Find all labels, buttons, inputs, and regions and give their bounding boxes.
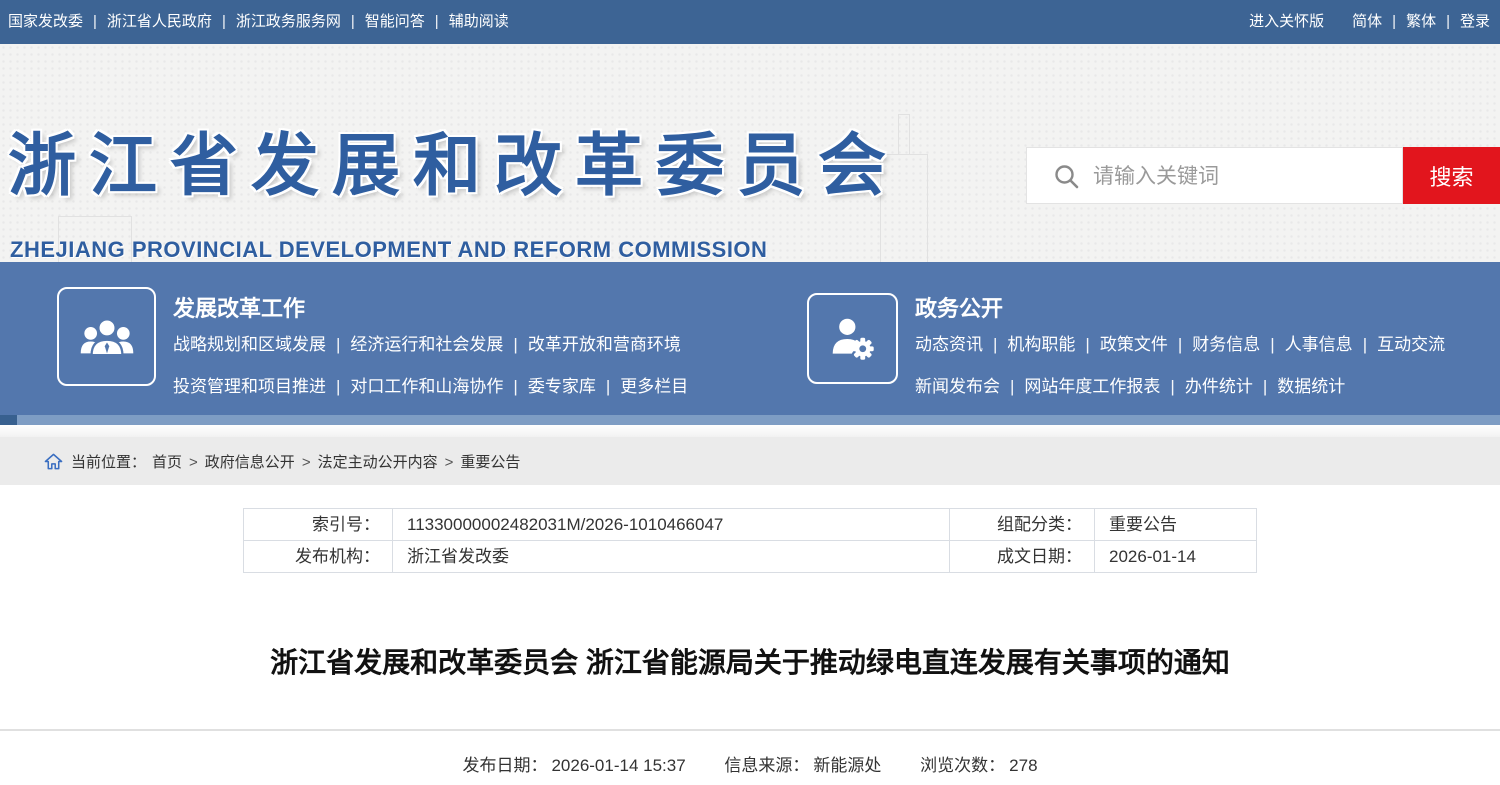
index-number-label: 索引号： [244, 509, 393, 540]
person-gear-icon [827, 313, 879, 365]
issue-date-value: 2026-01-14 [1095, 541, 1256, 572]
nav-link[interactable]: 对口工作和山海协作 [350, 377, 527, 396]
agency-value: 浙江省发改委 [393, 541, 950, 572]
breadcrumb-label: 当前位置： [71, 451, 146, 472]
nav-link[interactable]: 更多栏目 [620, 377, 688, 396]
breadcrumb-statutory[interactable]: 法定主动公开内容 [318, 451, 461, 472]
topbar-link-assist-read[interactable]: 辅助阅读 [449, 13, 509, 30]
nav-link[interactable]: 投资管理和项目推进 [173, 377, 350, 396]
doc-info-table: 索引号： 11330000002482031M/2026-1010466047 … [243, 508, 1257, 573]
search-input[interactable] [1091, 149, 1395, 204]
nav-link[interactable]: 网站年度工作报表 [1024, 377, 1184, 396]
nav-link[interactable]: 新闻发布会 [915, 377, 1024, 396]
breadcrumb-home[interactable]: 首页 [152, 451, 205, 472]
topbar-link-ndrc[interactable]: 国家发改委 [8, 13, 107, 30]
article-divider [0, 729, 1500, 731]
topbar-left-links: 国家发改委浙江省人民政府浙江政务服务网智能问答辅助阅读 [8, 0, 509, 44]
site-subtitle: ZHEJIANG PROVINCIAL DEVELOPMENT AND REFO… [10, 237, 767, 263]
home-icon [44, 452, 63, 471]
building-watermark [898, 114, 910, 155]
topbar-link-smart-qa[interactable]: 智能问答 [365, 13, 449, 30]
reform-work-icon-box [57, 287, 156, 386]
care-version-link[interactable]: 进入关怀版 [1249, 13, 1324, 30]
breadcrumb-notices[interactable]: 重要公告 [460, 451, 520, 472]
login-link[interactable]: 登录 [1460, 13, 1490, 30]
nav-link[interactable]: 互动交流 [1377, 335, 1445, 354]
nav-link[interactable]: 战略规划和区域发展 [173, 335, 350, 354]
search-icon [1053, 163, 1080, 190]
search-input-wrap [1026, 147, 1403, 204]
issue-date-label: 成文日期： [950, 541, 1095, 572]
views-value: 278 [1009, 756, 1037, 775]
people-group-icon [78, 308, 136, 366]
page: 国家发改委浙江省人民政府浙江政务服务网智能问答辅助阅读 进入关怀版简体繁体登录 … [0, 0, 1500, 785]
gov-open-row2: 新闻发布会网站年度工作报表办件统计数据统计 [915, 372, 1345, 397]
topbar: 国家发改委浙江省人民政府浙江政务服务网智能问答辅助阅读 进入关怀版 简体繁体登录 [0, 0, 1500, 44]
category-value: 重要公告 [1095, 509, 1256, 540]
reform-work-row1: 战略规划和区域发展经济运行和社会发展改革开放和营商环境 [173, 330, 681, 355]
publish-date-value: 2026-01-14 15:37 [551, 756, 685, 775]
nav-link[interactable]: 政策文件 [1100, 335, 1192, 354]
views-label: 浏览次数： [920, 756, 1005, 775]
band-bottom-strip [0, 415, 1500, 425]
publish-date-label: 发布日期： [462, 756, 547, 775]
site-title: 浙江省发展和改革委员会 [8, 132, 899, 200]
nav-link[interactable]: 改革开放和营商环境 [528, 335, 681, 354]
reform-work-title: 发展改革工作 [173, 291, 305, 323]
nav-link[interactable]: 机构职能 [1007, 335, 1099, 354]
source-label: 信息来源： [724, 756, 809, 775]
breadcrumb-gov-info[interactable]: 政府信息公开 [205, 451, 318, 472]
index-number-value: 11330000002482031M/2026-1010466047 [393, 509, 950, 540]
nav-link[interactable]: 动态资讯 [915, 335, 1007, 354]
source-value: 新能源处 [813, 756, 881, 775]
nav-link[interactable]: 人事信息 [1285, 335, 1377, 354]
topbar-link-zj-gov[interactable]: 浙江省人民政府 [107, 13, 236, 30]
table-row: 发布机构： 浙江省发改委 成文日期： 2026-01-14 [244, 541, 1256, 573]
nav-band: 发展改革工作 战略规划和区域发展经济运行和社会发展改革开放和营商环境 投资管理和… [0, 262, 1500, 415]
gov-open-title: 政务公开 [915, 291, 1003, 323]
gov-open-row1: 动态资讯机构职能政策文件财务信息人事信息互动交流 [915, 330, 1445, 355]
table-row: 索引号： 11330000002482031M/2026-1010466047 … [244, 509, 1256, 541]
topbar-link-zj-service[interactable]: 浙江政务服务网 [236, 13, 365, 30]
nav-link[interactable]: 办件统计 [1185, 377, 1277, 396]
reform-work-row2: 投资管理和项目推进对口工作和山海协作委专家库更多栏目 [173, 372, 688, 397]
search-button[interactable]: 搜索 [1403, 147, 1500, 204]
simplified-link[interactable]: 简体 [1352, 13, 1406, 30]
site-header: 浙江省发展和改革委员会 ZHEJIANG PROVINCIAL DEVELOPM… [0, 44, 1500, 262]
category-label: 组配分类： [950, 509, 1095, 540]
breadcrumb: 当前位置： 首页 政府信息公开 法定主动公开内容 重要公告 [44, 437, 520, 485]
page-title: 浙江省发展和改革委员会 浙江省能源局关于推动绿电直连发展有关事项的通知 [0, 641, 1500, 681]
article-meta: 发布日期：2026-01-14 15:37 信息来源：新能源处 浏览次数：278 [0, 751, 1500, 776]
search-box: 搜索 [1026, 147, 1500, 204]
gov-open-icon-box [807, 293, 898, 384]
breadcrumb-bar: 当前位置： 首页 政府信息公开 法定主动公开内容 重要公告 [0, 437, 1500, 485]
agency-label: 发布机构： [244, 541, 393, 572]
traditional-link[interactable]: 繁体 [1406, 13, 1460, 30]
band-fade [0, 425, 1500, 437]
topbar-right-links: 进入关怀版 简体繁体登录 [1249, 0, 1490, 44]
nav-link[interactable]: 经济运行和社会发展 [350, 335, 527, 354]
nav-link[interactable]: 委专家库 [528, 377, 620, 396]
nav-link[interactable]: 数据统计 [1277, 377, 1345, 396]
nav-link[interactable]: 财务信息 [1192, 335, 1284, 354]
